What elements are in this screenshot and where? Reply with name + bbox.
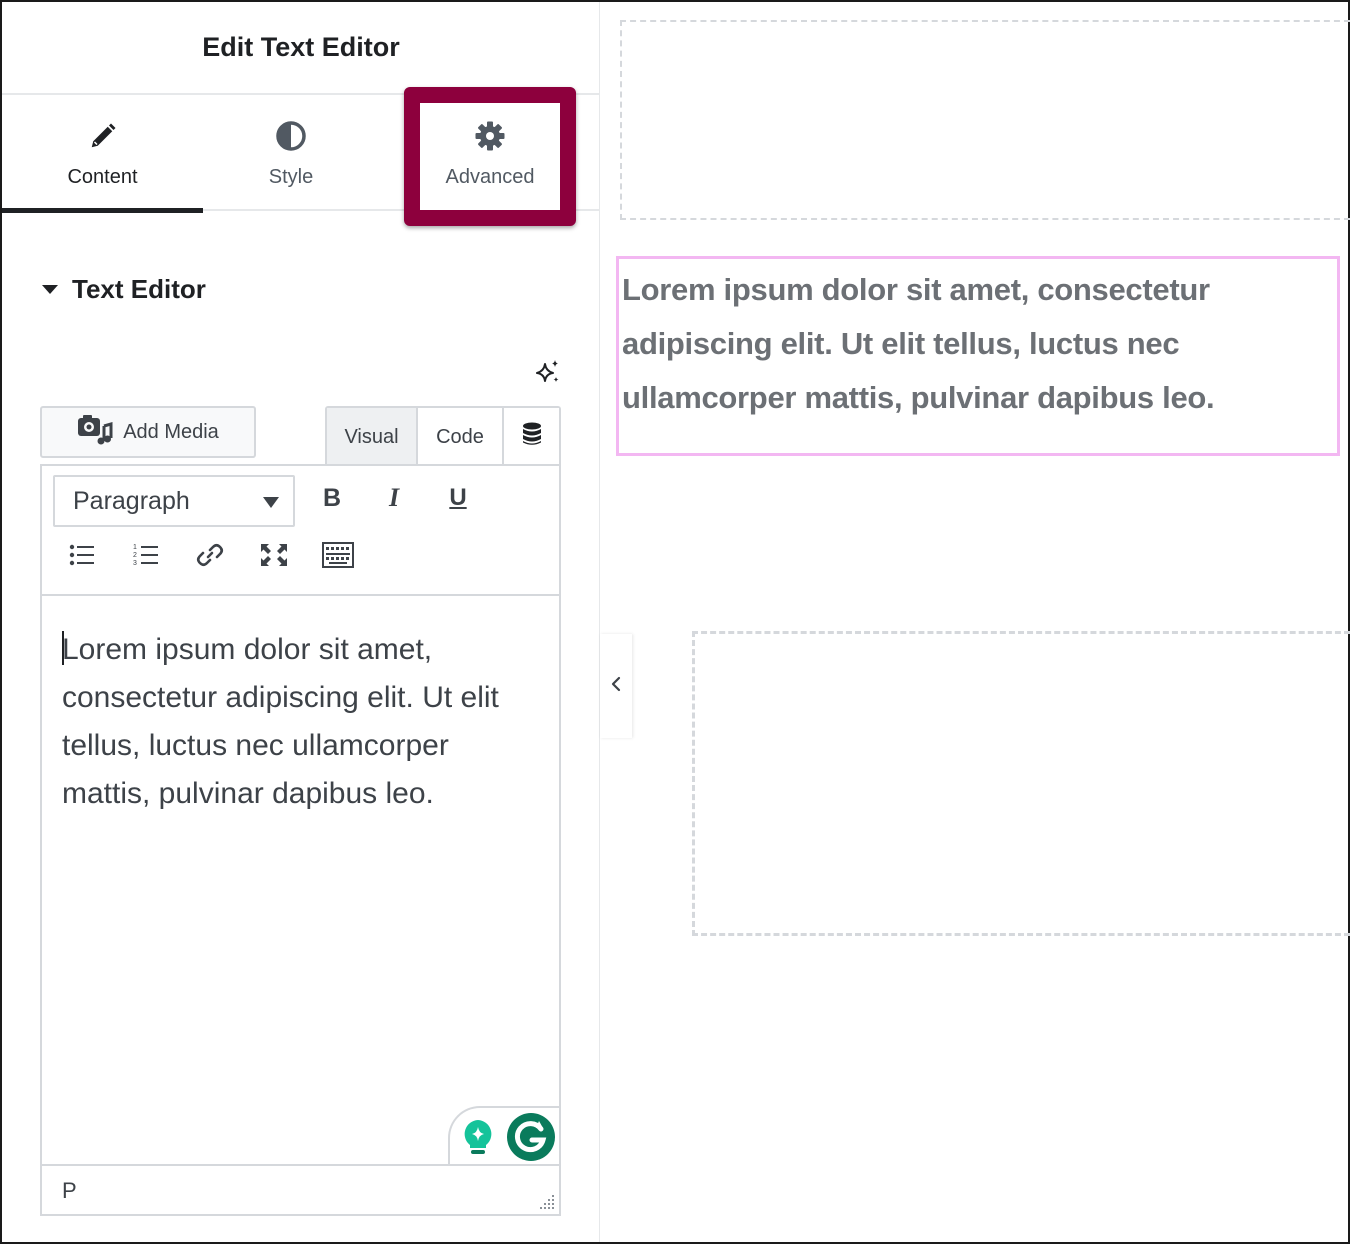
database-icon <box>522 422 542 452</box>
caret-down-icon <box>42 285 58 294</box>
tab-style[interactable]: Style <box>191 95 391 211</box>
editor-content-text: Lorem ipsum dolor sit amet, consectetur … <box>62 633 499 810</box>
panel-title: Edit Text Editor <box>2 2 600 95</box>
insert-link-button[interactable] <box>190 537 230 577</box>
editor-content[interactable]: Lorem ipsum dolor sit amet, consectetur … <box>62 626 532 818</box>
text-editor-box: Paragraph B I U 123 Lorem ipsum dolor si… <box>40 464 561 1216</box>
grammarly-widget <box>448 1106 559 1166</box>
panel-tabs: Content Style Advanced <box>2 87 600 226</box>
media-icon <box>77 414 113 451</box>
editor-statusbar: P <box>42 1164 559 1214</box>
editor-panel: Edit Text Editor Content Style Advanced … <box>2 2 600 1242</box>
caret-down-icon <box>263 497 279 508</box>
chevron-left-icon <box>610 675 622 698</box>
tab-visual[interactable]: Visual <box>327 408 418 466</box>
bold-button[interactable]: B <box>312 478 352 518</box>
italic-button[interactable]: I <box>374 478 414 518</box>
resize-handle-icon[interactable] <box>537 1192 555 1210</box>
tab-style-label: Style <box>268 166 314 188</box>
tab-advanced-label: Advanced <box>445 166 535 188</box>
bullet-list-icon <box>69 543 95 572</box>
numbered-list-icon: 123 <box>133 542 159 573</box>
gear-icon <box>474 120 506 152</box>
bullet-list-button[interactable] <box>62 537 102 577</box>
sparkle-icon[interactable] <box>535 359 561 385</box>
format-select[interactable]: Paragraph <box>53 475 295 527</box>
preview-text-widget[interactable]: Lorem ipsum dolor sit amet, consectetur … <box>616 256 1340 456</box>
svg-text:1: 1 <box>133 544 137 551</box>
grammarly-logo-icon[interactable] <box>506 1112 556 1162</box>
tab-advanced[interactable]: Advanced <box>404 87 576 226</box>
section-title: Text Editor <box>72 274 206 304</box>
lightbulb-icon[interactable] <box>460 1118 496 1158</box>
svg-text:3: 3 <box>133 560 137 567</box>
element-path[interactable]: P <box>62 1178 77 1204</box>
editor-mode-tabs: Visual Code <box>325 406 561 466</box>
svg-text:2: 2 <box>133 552 137 559</box>
underline-button[interactable]: U <box>438 478 478 518</box>
half-circle-icon <box>275 120 307 152</box>
add-media-label: Add Media <box>123 420 219 443</box>
collapse-panel-button[interactable] <box>600 634 632 738</box>
empty-placeholder-bottom[interactable] <box>692 631 1350 936</box>
empty-placeholder-top[interactable] <box>620 20 1350 220</box>
fullscreen-button[interactable] <box>254 537 294 577</box>
tab-code[interactable]: Code <box>418 408 504 466</box>
editor-toolbar: Paragraph B I U 123 <box>42 466 559 596</box>
link-icon <box>196 541 224 574</box>
fullscreen-icon <box>260 543 288 572</box>
tab-content-label: Content <box>67 166 138 188</box>
tab-content[interactable]: Content <box>2 95 203 213</box>
keyboard-icon <box>322 541 354 573</box>
toolbar-toggle-button[interactable] <box>318 537 358 577</box>
format-select-value: Paragraph <box>73 486 190 515</box>
add-media-button[interactable]: Add Media <box>40 406 256 458</box>
pencil-icon <box>87 120 119 152</box>
dynamic-tags-button[interactable] <box>504 408 559 466</box>
section-toggle-text-editor[interactable]: Text Editor <box>42 274 206 305</box>
numbered-list-button[interactable]: 123 <box>126 537 166 577</box>
